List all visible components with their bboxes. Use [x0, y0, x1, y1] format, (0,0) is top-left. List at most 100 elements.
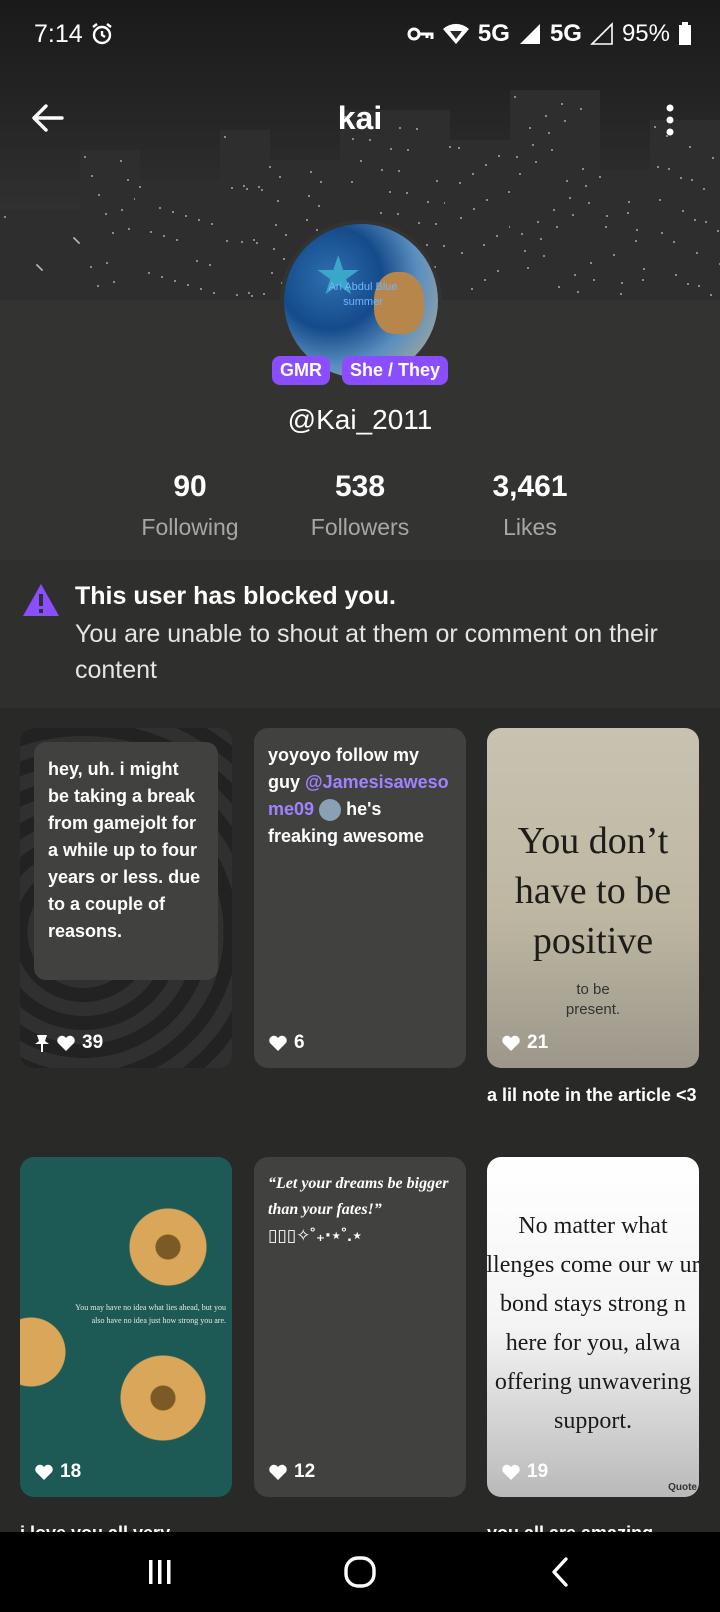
banner-window-light: [435, 223, 437, 225]
banner-window-light: [572, 214, 574, 216]
banner-window-light: [553, 209, 555, 211]
likes-value: 21: [527, 1032, 549, 1053]
post-text: “Let your dreams be bigger than your fat…: [268, 1171, 454, 1249]
banner-window-light: [106, 262, 108, 264]
banner-window-light: [496, 235, 498, 237]
banner-window-light: [635, 240, 637, 242]
banner-window-light: [269, 166, 271, 168]
banner-window-light: [161, 276, 163, 278]
banner-window-light: [113, 281, 115, 283]
banner-window-light: [200, 288, 202, 290]
battery-icon: [679, 22, 691, 45]
recent-apps-icon: [149, 1560, 171, 1584]
banner-window-light: [285, 234, 287, 236]
banner-window-light: [566, 180, 568, 182]
banner-window-light: [687, 283, 689, 285]
quote-big: No matter what llenges come our w ur bon…: [487, 1213, 699, 1434]
post-card[interactable]: yoyoyo follow my guy @Jamesisawesome09 h…: [254, 728, 466, 1068]
banner-window-light: [279, 176, 281, 178]
back-button[interactable]: [530, 1550, 590, 1594]
banner-window-light: [172, 211, 174, 213]
post-card[interactable]: You may have no idea what lies ahead, bu…: [20, 1157, 232, 1497]
post-text: hey, uh. i might be taking a break from …: [48, 759, 201, 941]
pin-icon: [35, 1035, 49, 1052]
banner-window-light: [159, 207, 161, 209]
banner-window-light: [283, 258, 285, 260]
mention-avatar: [319, 799, 342, 822]
banner-window-light: [519, 173, 521, 175]
post-caption[interactable]: a lil note in the article <3: [487, 1082, 699, 1109]
banner-window-light: [527, 267, 529, 269]
banner-window-light: [485, 164, 487, 166]
banner-window-light: [209, 264, 211, 266]
banner-window-light: [460, 217, 462, 219]
quote-badge: Quote: [668, 1482, 697, 1493]
stat-followers[interactable]: 538 Followers: [275, 470, 445, 541]
banner-window-light: [275, 224, 277, 226]
stat-likes[interactable]: 3,461 Likes: [445, 470, 615, 541]
banner-window-light: [472, 173, 474, 175]
banner-window-light: [258, 186, 260, 188]
banner-window-light: [497, 270, 499, 272]
banner-window-light: [691, 179, 693, 181]
heart-icon: [502, 1464, 520, 1480]
banner-window-light: [556, 226, 558, 228]
symbols-text: ▯▯▯✧˚₊‧⋆˚.⋆: [268, 1226, 363, 1245]
banner-window-light: [90, 266, 92, 268]
flower-graphic: [20, 1317, 66, 1387]
banner-window-light: [661, 232, 663, 234]
post-card[interactable]: hey, uh. i might be taking a break from …: [20, 728, 232, 1068]
banner-window-light: [582, 168, 584, 170]
recent-apps-button[interactable]: [130, 1550, 190, 1594]
like-count[interactable]: 6: [268, 1032, 305, 1054]
post-card[interactable]: “Let your dreams be bigger than your fat…: [254, 1157, 466, 1497]
banner-window-light: [705, 221, 707, 223]
banner-window-light: [389, 191, 391, 193]
banner-window-light: [148, 272, 150, 274]
home-button[interactable]: [330, 1550, 390, 1594]
banner-window-light: [659, 199, 661, 201]
like-count[interactable]: 12: [268, 1461, 315, 1483]
avatar-caption: Ari Abdul Blue summer: [328, 281, 398, 309]
like-count[interactable]: 39: [34, 1032, 103, 1054]
banner-window-light: [251, 295, 253, 297]
likes-value: 18: [60, 1461, 82, 1482]
stat-value: 538: [334, 470, 386, 503]
banner-window-light: [524, 250, 526, 252]
banner-window-light: [398, 170, 400, 172]
banner-window-light: [4, 216, 6, 218]
post-card[interactable]: You don’t have to be positive to be pres…: [487, 728, 699, 1068]
banner-window-light: [185, 215, 187, 217]
banner-window-light: [535, 161, 537, 163]
banner-window-light: [473, 208, 475, 210]
banner-window-light: [127, 179, 129, 181]
banner-window-light: [459, 182, 461, 184]
banner-window-light: [308, 195, 310, 197]
banner-window-light: [231, 187, 233, 189]
banner-window-light: [717, 230, 719, 232]
likes-value: 39: [82, 1032, 104, 1053]
like-count[interactable]: 19: [501, 1461, 548, 1483]
vpn-key-icon: [407, 27, 434, 41]
banner-window-light: [97, 285, 99, 287]
likes-value: 12: [294, 1461, 316, 1482]
posts-grid: hey, uh. i might be taking a break from …: [0, 708, 720, 1588]
post-text-bubble: hey, uh. i might be taking a break from …: [34, 742, 218, 980]
like-count[interactable]: 21: [501, 1032, 548, 1054]
quote-big: You don’t have to be positive: [514, 820, 672, 962]
banner-window-light: [318, 205, 320, 207]
network-label-2: 5G: [549, 20, 582, 47]
banner-window-light: [271, 272, 273, 274]
like-count[interactable]: 18: [34, 1461, 81, 1483]
banner-window-light: [196, 260, 198, 262]
signal-icon: [519, 24, 540, 44]
banner-window-light: [675, 274, 677, 276]
stat-following[interactable]: 90 Following: [105, 470, 275, 541]
banner-window-light: [537, 221, 539, 223]
post-card[interactable]: No matter what llenges come our w ur bon…: [487, 1157, 699, 1497]
banner-window-light: [246, 188, 248, 190]
more-options-icon[interactable]: [660, 102, 680, 138]
banner-window-light: [486, 199, 488, 201]
banner-window-light: [574, 274, 576, 276]
banner-window-light: [128, 228, 130, 230]
